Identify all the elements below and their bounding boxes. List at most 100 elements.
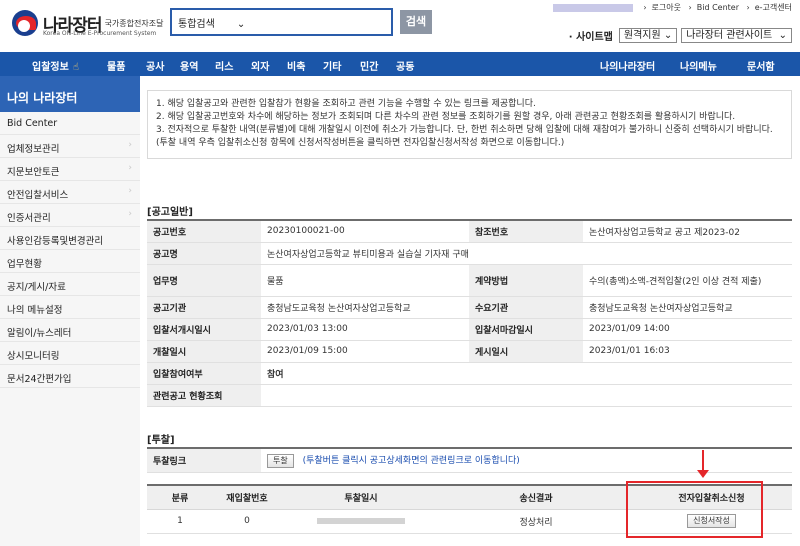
customer-center-link[interactable]: › e-고객센터 <box>747 3 792 12</box>
task-value: 물품 <box>261 264 469 297</box>
notice-line-2: 2. 해당 입찰공고번호와 차수에 해당하는 정보가 조회되며 다른 차수의 관… <box>156 112 736 122</box>
bid-link-label: 투찰링크 <box>147 448 261 473</box>
logout-link[interactable]: › 로그아웃 <box>643 3 681 12</box>
sidebar-item[interactable]: 인증서관리 › <box>0 204 140 227</box>
demand-value: 충청남도교육청 논산여자상업고등학교 <box>583 296 792 319</box>
sitemap-row: · 사이트맵 원격지원 ⌄ 나라장터 관련사이트 ⌄ <box>569 28 792 43</box>
sidebar-item-label: 업체정보관리 <box>7 144 60 155</box>
notice-area: 1. 해당 입찰공고와 관련한 입찰참가 현황을 조회하고 관련 기능을 수행할… <box>147 90 792 159</box>
sidebar: 나의 나라장터 Bid Center 업체정보관리 › 지문보안토큰 › 안전입찰서비스 ›… <box>0 76 140 546</box>
bid-name-value: 논산여자상업고등학교 뷰티미용과 실습실 기자재 구매 <box>261 242 792 265</box>
remote-support-select[interactable]: 원격지원 ⌄ <box>618 28 678 43</box>
agency-value: 충청남도교육청 논산여자상업고등학교 <box>261 296 469 319</box>
end-value: 2023/01/09 14:00 <box>583 318 792 341</box>
sidebar-item-label: 알림이/뉴스레터 <box>7 328 72 339</box>
nav-service[interactable]: 용역 <box>180 58 198 73</box>
agency-label: 공고기관 <box>147 296 261 319</box>
search-input[interactable]: 통합검색 ⌄ <box>170 8 393 36</box>
sidebar-item[interactable]: Bid Center <box>0 112 140 135</box>
nav-stockpile[interactable]: 비축 <box>287 58 305 73</box>
sidebar-item[interactable]: 알림이/뉴스레터 <box>0 319 140 342</box>
sidebar-item[interactable]: 공지/게시/자료 <box>0 273 140 296</box>
sidebar-item-label: 나의 메뉴설정 <box>7 305 63 316</box>
chevron-right-icon: › <box>128 209 132 219</box>
nav-construction[interactable]: 공사 <box>146 58 164 73</box>
contract-value: 수의(총액)소액-견적입찰(2인 이상 견적 제출) <box>583 264 792 297</box>
bid-link-table: 투찰링크 투찰 (투찰버튼 클릭시 공고상세화면의 관련링크로 이동합니다) <box>147 447 792 473</box>
end-label: 입찰서마감일시 <box>469 318 583 341</box>
nav-bid-info[interactable]: 입찰정보 ☝ <box>32 58 79 73</box>
open-value: 2023/01/09 15:00 <box>261 340 469 363</box>
bid-link-note: (투찰버튼 클릭시 공고상세화면의 관련링크로 이동합니다) <box>302 455 520 466</box>
row-rebid-no: 0 <box>213 509 281 534</box>
nav-my-narajangteo[interactable]: 나의나라장터 <box>600 58 655 73</box>
bid-no-label: 공고번호 <box>147 220 261 243</box>
sidebar-item-label: 상시모니터링 <box>7 351 60 362</box>
row-send-result: 정상처리 <box>441 509 631 534</box>
chevron-down-icon: ⌄ <box>236 19 246 30</box>
sidebar-item[interactable]: 사용인감등록및변경관리 <box>0 227 140 250</box>
participation-label: 입찰참여여부 <box>147 362 261 385</box>
row-category: 1 <box>147 509 213 534</box>
related-notice-label: 관련공고 현황조회 <box>147 384 261 407</box>
start-value: 2023/01/03 13:00 <box>261 318 469 341</box>
sitemap-link[interactable]: · 사이트맵 <box>569 28 613 43</box>
general-section-title: [공고일반] <box>147 207 193 218</box>
nav-document-box[interactable]: 문서함 <box>747 58 775 73</box>
sidebar-item-label: Bid Center <box>7 118 58 129</box>
open-label: 개찰일시 <box>147 340 261 363</box>
sidebar-item[interactable]: 상시모니터링 <box>0 342 140 365</box>
sidebar-item-label: 사용인감등록및변경관리 <box>7 236 104 247</box>
nav-foreign[interactable]: 외자 <box>251 58 269 73</box>
post-value: 2023/01/01 16:03 <box>583 340 792 363</box>
nav-lease[interactable]: 리스 <box>215 58 233 73</box>
contract-label: 계약방법 <box>469 264 583 297</box>
sidebar-item-label: 공지/게시/자료 <box>7 282 66 293</box>
sidebar-item-label: 지문보안토큰 <box>7 167 60 178</box>
logo-subtitle: 국가종합전자조달 <box>104 18 164 28</box>
sidebar-item-label: 업무현황 <box>7 259 42 270</box>
sidebar-item-label: 문서24간편가입 <box>7 374 72 385</box>
masked-user-info <box>552 3 633 12</box>
sidebar-item-label: 인증서관리 <box>7 213 51 224</box>
row-bid-time <box>281 509 441 534</box>
bid-name-label: 공고명 <box>147 242 261 265</box>
search-button[interactable]: 검색 <box>400 10 432 34</box>
notice-line-3: 3. 전자적으로 투찰한 내역(분류별)에 대해 개찰일시 이전에 취소가 가능… <box>156 125 773 148</box>
col-send-result: 송신결과 <box>441 485 631 510</box>
chevron-right-icon: › <box>128 186 132 196</box>
nav-private[interactable]: 민간 <box>360 58 378 73</box>
chevron-right-icon: › <box>128 140 132 150</box>
annotation-arrow-head <box>697 470 709 478</box>
col-bid-time: 투찰일시 <box>281 485 441 510</box>
search-scope-select[interactable]: 통합검색 ⌄ <box>178 15 245 30</box>
chevron-right-icon: › <box>128 163 132 173</box>
col-rebid-no: 재입찰번호 <box>213 485 281 510</box>
col-category: 분류 <box>147 485 213 510</box>
related-notice-value <box>261 384 792 407</box>
main-nav: 입찰정보 ☝ 물품 공사 용역 리스 외자 비축 기타 민간 공동 나의나라장터 … <box>0 52 800 76</box>
sidebar-item[interactable]: 업무현황 <box>0 250 140 273</box>
annotation-highlight-box <box>626 481 763 538</box>
sidebar-item-label: 안전입찰서비스 <box>7 190 69 201</box>
nav-goods[interactable]: 물품 <box>107 58 125 73</box>
sidebar-title: 나의 나라장터 <box>0 76 140 112</box>
ref-no-value: 논산여자상업고등학교 공고 제2023-02 <box>583 220 792 243</box>
related-sites-select[interactable]: 나라장터 관련사이트 ⌄ <box>681 28 792 43</box>
sidebar-item[interactable]: 안전입찰서비스 › <box>0 181 140 204</box>
site-header: 나라장터 국가종합전자조달 Korea ON-Line E-Procuremen… <box>0 0 800 52</box>
nav-joint[interactable]: 공동 <box>396 58 414 73</box>
sidebar-item[interactable]: 지문보안토큰 › <box>0 158 140 181</box>
task-label: 업무명 <box>147 264 261 297</box>
sidebar-item[interactable]: 업체정보관리 › <box>0 135 140 158</box>
bid-link-cell: 투찰 (투찰버튼 클릭시 공고상세화면의 관련링크로 이동합니다) <box>261 448 792 473</box>
nav-etc[interactable]: 기타 <box>323 58 341 73</box>
nav-my-menu[interactable]: 나의메뉴 <box>680 58 717 73</box>
sidebar-item[interactable]: 나의 메뉴설정 <box>0 296 140 319</box>
participation-value: 참여 <box>261 362 792 385</box>
bid-center-link[interactable]: › Bid Center <box>689 3 739 12</box>
bid-section-title: [투찰] <box>147 435 175 446</box>
bid-link-button[interactable]: 투찰 <box>267 453 294 468</box>
notice-line-1: 1. 해당 입찰공고와 관련한 입찰참가 현황을 조회하고 관련 기능을 수행할… <box>156 99 536 109</box>
sidebar-item[interactable]: 문서24간편가입 <box>0 365 140 388</box>
